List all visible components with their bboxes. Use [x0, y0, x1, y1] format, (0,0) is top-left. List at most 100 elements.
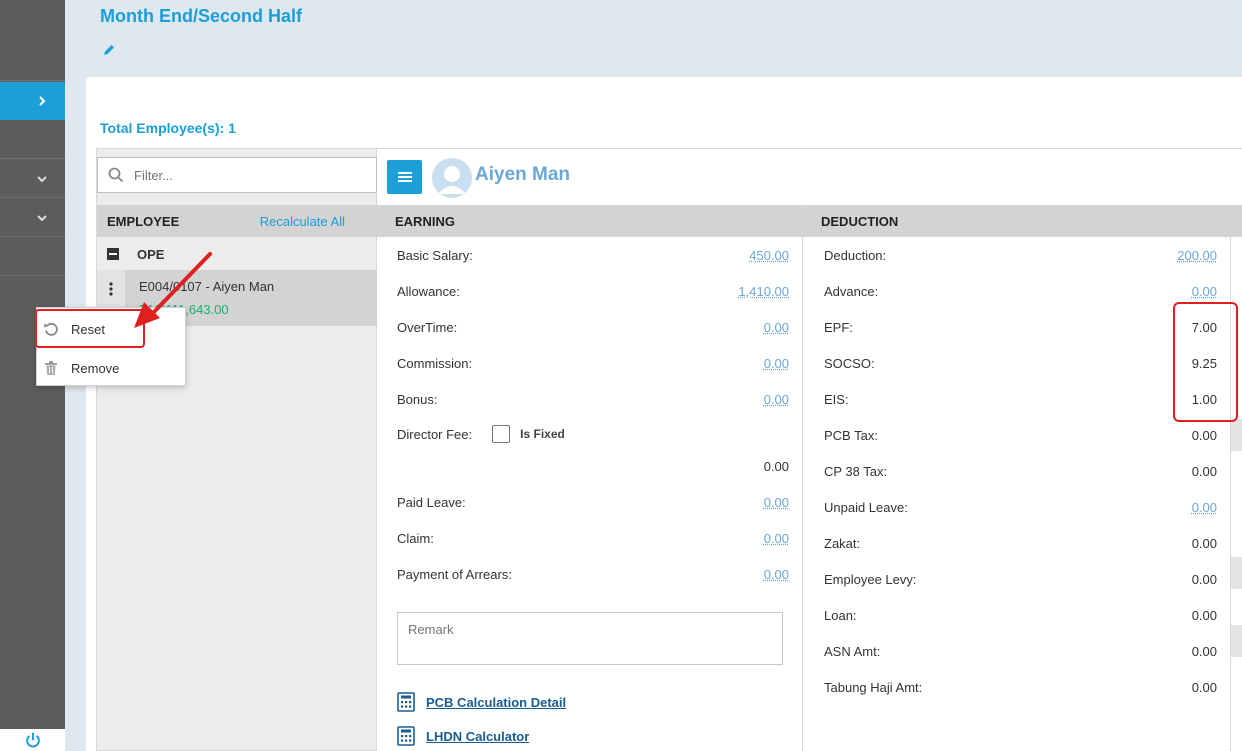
earning-row-payment-of-arrears: Payment of Arrears: 0.00 [397, 556, 789, 592]
employee-list-panel: EMPLOYEE Recalculate All OPE E004/0107 -… [96, 148, 377, 751]
deduction-row-unpaid-leave: Unpaid Leave: 0.00 [824, 489, 1217, 525]
pcb-tax-value: 0.00 [1192, 428, 1217, 443]
pcb-calculation-link[interactable]: PCB Calculation Detail [397, 691, 566, 713]
row-label: Advance: [824, 284, 878, 299]
commission-value[interactable]: 0.00 [764, 356, 789, 371]
remark-input[interactable] [397, 612, 783, 665]
hamburger-menu-button[interactable] [387, 160, 422, 194]
vertical-dots-icon [109, 282, 113, 296]
asn-amt-value: 0.00 [1192, 644, 1217, 659]
deduction-row-advance: Advance: 0.00 [824, 273, 1217, 309]
calculator-icon [397, 726, 415, 746]
earning-row-overtime: OverTime: 0.00 [397, 309, 789, 345]
row-label: Employee Levy: [824, 572, 917, 587]
row-label: Bonus: [397, 392, 437, 407]
row-label: SOCSO: [824, 356, 875, 371]
sidebar-item[interactable] [0, 43, 65, 81]
deduction-row-zakat: Zakat: 0.00 [824, 525, 1217, 561]
deduction-row-employee-levy: Employee Levy: 0.00 [824, 561, 1217, 597]
row-label: EPF: [824, 320, 853, 335]
allowance-value[interactable]: 1,410.00 [738, 284, 789, 299]
remove-label: Remove [71, 361, 119, 376]
row-label: Director Fee: [397, 427, 472, 442]
sidebar-item[interactable] [0, 121, 65, 159]
claim-value[interactable]: 0.00 [764, 531, 789, 546]
deduction-row-eis: EIS: 1.00 [824, 381, 1217, 417]
power-button[interactable] [0, 729, 65, 751]
lhdn-calculator-label[interactable]: LHDN Calculator [426, 729, 529, 744]
deduction-row-asn-amt: ASN Amt: 0.00 [824, 633, 1217, 669]
employee-detail-panel: Aiyen Man EARNING DEDUCTION Basic Salary… [377, 148, 1242, 751]
row-label: Claim: [397, 531, 434, 546]
earning-row-bonus: Bonus: 0.00 [397, 381, 789, 417]
earning-row-allowance: Allowance: 1,410.00 [397, 273, 789, 309]
row-label: Commission: [397, 356, 472, 371]
is-fixed-checkbox[interactable] [492, 425, 510, 443]
edge-band [1231, 625, 1242, 657]
edge-band [1231, 557, 1242, 589]
employee-name: Aiyen Man [475, 164, 570, 186]
row-label: Paid Leave: [397, 495, 466, 510]
row-label: Loan: [824, 608, 857, 623]
overtime-value[interactable]: 0.00 [764, 320, 789, 335]
earning-row-commission: Commission: 0.00 [397, 345, 789, 381]
employee-levy-value: 0.00 [1192, 572, 1217, 587]
pencil-icon[interactable] [102, 43, 116, 57]
basic-salary-value[interactable]: 450.00 [749, 248, 789, 263]
total-employees: Total Employee(s): 1 [100, 120, 236, 136]
annotation-arrow-icon [130, 248, 220, 333]
row-label: Tabung Haji Amt: [824, 680, 922, 695]
hamburger-icon [398, 171, 412, 183]
row-label: OverTime: [397, 320, 457, 335]
row-label: Basic Salary: [397, 248, 473, 263]
bonus-value[interactable]: 0.00 [764, 392, 789, 407]
employee-list-header: EMPLOYEE Recalculate All [97, 205, 377, 237]
sidebar-item-expandable[interactable] [0, 199, 65, 237]
filter-input[interactable] [134, 168, 354, 183]
deduction-row-epf: EPF: 7.00 [824, 309, 1217, 345]
earning-row-claim: Claim: 0.00 [397, 520, 789, 556]
epf-socso-eis-highlight-box [1173, 302, 1238, 422]
power-icon [24, 731, 42, 749]
deduction-row-loan: Loan: 0.00 [824, 597, 1217, 633]
deduction-value[interactable]: 200.00 [1177, 248, 1217, 263]
earning-row-director-fee: Director Fee: Is Fixed [397, 416, 789, 452]
row-label: Allowance: [397, 284, 460, 299]
deduction-row-pcb-tax: PCB Tax: 0.00 [824, 417, 1217, 453]
remove-menu-item[interactable]: Remove [37, 350, 185, 386]
sidebar-item[interactable] [0, 238, 65, 276]
sidebar-item-active[interactable] [0, 82, 65, 120]
earning-header: EARNING [377, 205, 802, 237]
row-label: Unpaid Leave: [824, 500, 908, 515]
collapse-icon[interactable] [107, 248, 119, 260]
column-divider [802, 205, 803, 751]
paid-leave-value[interactable]: 0.00 [764, 495, 789, 510]
is-fixed-label: Is Fixed [520, 427, 565, 441]
row-label: Deduction: [824, 248, 886, 263]
row-label: EIS: [824, 392, 849, 407]
chevron-down-icon [37, 174, 47, 184]
recalculate-all-link[interactable]: Recalculate All [260, 214, 345, 229]
avatar [432, 158, 472, 198]
chevron-down-icon [37, 213, 47, 223]
payment-of-arrears-value[interactable]: 0.00 [764, 567, 789, 582]
director-fee-amount-row: 0.00 [397, 448, 789, 484]
deduction-row-deduction: Deduction: 200.00 [824, 237, 1217, 273]
deduction-row-socso: SOCSO: 9.25 [824, 345, 1217, 381]
row-label: PCB Tax: [824, 428, 878, 443]
row-label: Zakat: [824, 536, 860, 551]
lhdn-calculator-link[interactable]: LHDN Calculator [397, 725, 529, 747]
pcb-calculation-label[interactable]: PCB Calculation Detail [426, 695, 566, 710]
trash-icon [43, 360, 59, 376]
deduction-header: DEDUCTION [803, 205, 1242, 237]
search-icon [108, 167, 124, 183]
row-label: CP 38 Tax: [824, 464, 887, 479]
sidebar-item-expandable[interactable] [0, 160, 65, 198]
calculator-icon [397, 692, 415, 712]
row-label: Payment of Arrears: [397, 567, 512, 582]
zakat-value: 0.00 [1192, 536, 1217, 551]
cp38-tax-value: 0.00 [1192, 464, 1217, 479]
earning-row-basic-salary: Basic Salary: 450.00 [397, 237, 789, 273]
unpaid-leave-value[interactable]: 0.00 [1192, 500, 1217, 515]
advance-value[interactable]: 0.00 [1192, 284, 1217, 299]
